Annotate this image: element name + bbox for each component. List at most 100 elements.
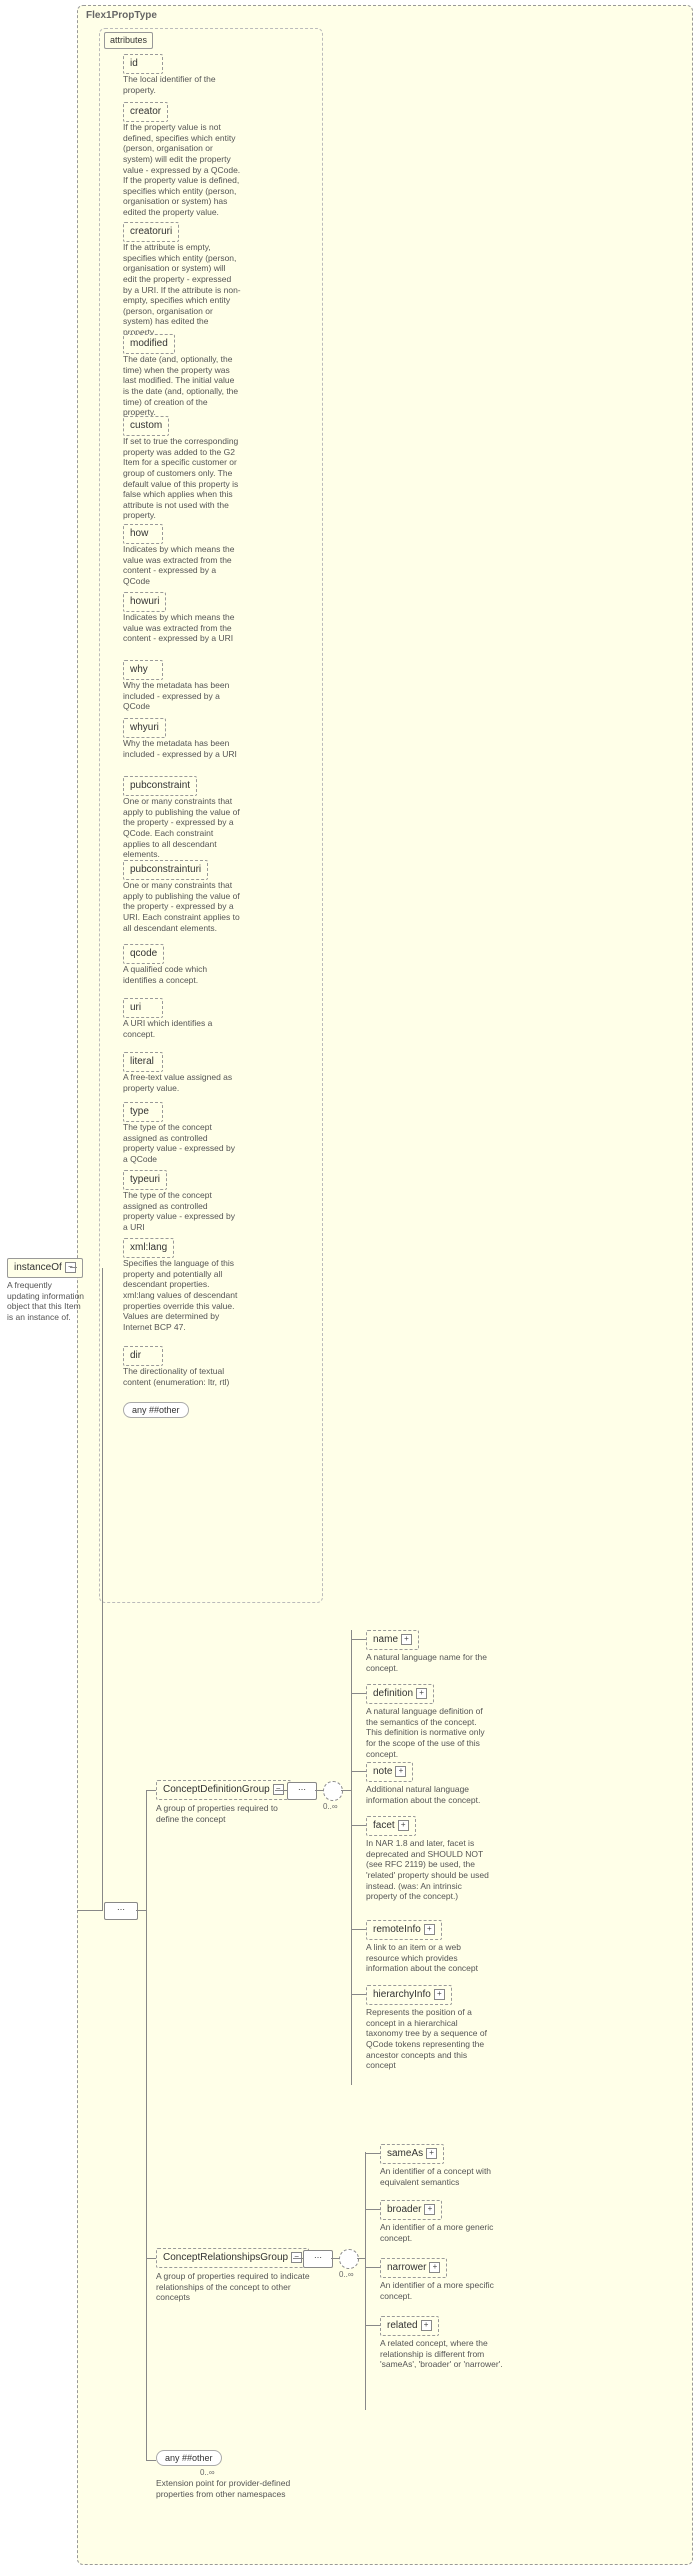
child-narrower: narrower+ [380,2258,447,2278]
connector [351,1994,366,1995]
connector [365,2152,366,2410]
any-desc: Extension point for provider-defined pro… [156,2478,296,2499]
attr-qcode: qcode [123,944,164,964]
child-broader: broader+ [380,2200,442,2220]
connector [146,2258,156,2259]
any-label: any ##other [165,2453,213,2463]
connector [351,1693,366,1694]
attr-desc: Indicates by which means the value was e… [123,544,241,587]
connector [365,2267,380,2268]
attr-desc: The type of the concept assigned as cont… [123,1190,241,1233]
expand-icon: + [424,2204,435,2215]
child-desc: An identifier of a concept with equivale… [380,2166,505,2187]
child-desc: An identifier of a more specific concept… [380,2280,505,2301]
attr-creatoruri: creatoruri [123,222,179,242]
connector [136,1910,146,1911]
connector [315,1790,323,1791]
connector [341,1790,351,1791]
type-label: Flex1PropType [86,10,157,21]
child-desc: An identifier of a more generic concept. [380,2222,505,2243]
attr-desc: Specifies the language of this property … [123,1258,241,1332]
connector [146,1790,147,2460]
child-desc: A link to an item or a web resource whic… [366,1942,491,1974]
any-group: any ##other [156,2450,222,2466]
connector [102,1268,103,1911]
attr-desc: A URI which identifies a concept. [123,1018,241,1039]
expand-icon: + [398,1820,409,1831]
child-desc: A related concept, where the relationshi… [380,2338,505,2370]
attributes-header: attributes [104,32,153,49]
attr-how: how [123,524,163,544]
connector [365,2325,380,2326]
child-note: note+ [366,1762,413,1782]
sequence-icon: ⋯ [303,2250,333,2268]
child-name: name+ [366,1630,419,1650]
attr-desc: If the attribute is empty, specifies whi… [123,242,241,338]
group-label: ConceptRelationshipsGroup [163,2252,288,2263]
connector [351,1825,366,1826]
attr-uri: uri [123,998,163,1018]
attr-desc: Why the metadata has been included - exp… [123,680,241,712]
attr-howuri: howuri [123,592,166,612]
expand-icon: + [434,1989,445,2000]
connector [351,1630,352,2085]
expand-icon: + [401,1634,412,1645]
attr-typeuri: typeuri [123,1170,167,1190]
cardinality: 0..∞ [200,2468,215,2477]
child-hierarchyinfo: hierarchyInfo+ [366,1985,452,2005]
expand-icon: + [426,2148,437,2159]
attr-dir: dir [123,1346,163,1366]
group-desc: A group of properties required to indica… [156,2271,316,2303]
child-desc: In NAR 1.8 and later, facet is deprecate… [366,1838,491,1902]
attr-literal: literal [123,1052,163,1072]
attr-whyuri: whyuri [123,718,166,738]
attr-custom: custom [123,416,169,436]
group-desc: A group of properties required to define… [156,1803,296,1824]
child-desc: Additional natural language information … [366,1784,491,1805]
attr-pubconstraint: pubconstraint [123,776,197,796]
connector [77,1910,102,1911]
attr-desc: The type of the concept assigned as cont… [123,1122,241,1165]
attr-desc: If set to true the corresponding propert… [123,436,241,521]
connector [146,1790,156,1791]
group-concept-relationships: ConceptRelationshipsGroup− [156,2248,309,2268]
attr-modified: modified [123,334,175,354]
attr-any---other: any ##other [123,1402,189,1418]
attr-desc: One or many constraints that apply to pu… [123,880,241,933]
expand-icon: + [424,1924,435,1935]
child-remoteinfo: remoteInfo+ [366,1920,442,1940]
child-related: related+ [380,2316,439,2336]
expand-icon: + [416,1688,427,1699]
child-desc: A natural language name for the concept. [366,1652,491,1673]
child-facet: facet+ [366,1816,416,1836]
connector [351,1929,366,1930]
root-desc: A frequently updating information object… [7,1280,85,1323]
child-desc: Represents the position of a concept in … [366,2007,491,2071]
attr-desc: One or many constraints that apply to pu… [123,796,241,860]
connector [275,1790,287,1791]
attr-creator: creator [123,102,168,122]
connector [351,1639,366,1640]
attr-desc: The local identifier of the property. [123,74,241,95]
attr-xml-lang: xml:lang [123,1238,174,1258]
choice-icon [339,2249,359,2269]
connector [70,1267,77,1268]
attr-desc: Why the metadata has been included - exp… [123,738,241,759]
connector [331,2258,339,2259]
expand-icon: + [429,2262,440,2273]
child-desc: A natural language definition of the sem… [366,1706,491,1759]
expand-icon: + [395,1766,406,1777]
sequence-icon: ⋯ [287,1782,317,1800]
attr-pubconstrainturi: pubconstrainturi [123,860,208,880]
connector [146,2460,156,2461]
connector [365,2209,380,2210]
connector [293,2258,303,2259]
attributes-label: attributes [110,35,147,45]
child-sameas: sameAs+ [380,2144,444,2164]
expand-icon: + [421,2320,432,2331]
connector [365,2153,380,2154]
group-label: ConceptDefinitionGroup [163,1784,270,1795]
connector [351,1771,366,1772]
child-definition: definition+ [366,1684,434,1704]
attr-why: why [123,660,163,680]
